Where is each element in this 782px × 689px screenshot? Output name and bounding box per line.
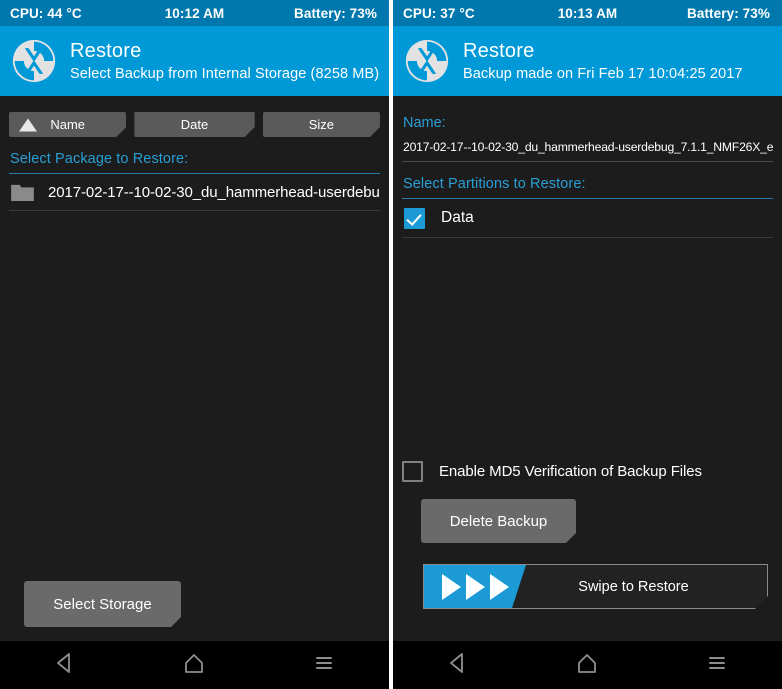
name-label: Name: [403, 115, 446, 131]
home-icon [182, 651, 206, 680]
page-subtitle: Select Backup from Internal Storage (825… [70, 65, 380, 82]
select-storage-label: Select Storage [53, 595, 152, 613]
twrp-logo-icon [404, 38, 450, 84]
menu-hamburger-icon [312, 651, 336, 680]
name-divider [402, 161, 773, 162]
backup-list-item-name: 2017-02-17--10-02-30_du_hammerhead-userd… [48, 183, 380, 201]
header-text: Restore Backup made on Fri Feb 17 10:04:… [463, 39, 743, 84]
select-package-label: Select Package to Restore: [10, 151, 189, 167]
md5-checkbox[interactable] [402, 461, 423, 482]
right-screen: CPU: 37 °C 10:13 AM Battery: 73% Restore… [393, 0, 782, 689]
clock: 10:13 AM [557, 5, 618, 21]
nav-back-button[interactable] [35, 645, 95, 685]
back-triangle-icon [53, 651, 77, 680]
md5-label: Enable MD5 Verification of Backup Files [439, 463, 702, 480]
status-bar: CPU: 44 °C 10:12 AM Battery: 73% [0, 0, 389, 26]
nav-recents-button[interactable] [294, 645, 354, 685]
sort-by-date-label: Date [180, 117, 209, 132]
sort-by-name-label: Name [50, 117, 86, 132]
swipe-to-restore-slider[interactable]: Swipe to Restore [423, 564, 768, 609]
md5-verification-row[interactable]: Enable MD5 Verification of Backup Files [402, 461, 702, 482]
nav-home-button[interactable] [164, 645, 224, 685]
app-header: Restore Select Backup from Internal Stor… [0, 26, 389, 96]
arrow-1-icon [442, 574, 461, 600]
header-text: Restore Select Backup from Internal Stor… [70, 39, 379, 84]
nav-recents-button[interactable] [687, 645, 747, 685]
swipe-to-restore-label: Swipe to Restore [578, 578, 689, 595]
clock: 10:12 AM [164, 5, 225, 21]
sort-by-size-button[interactable]: Size [263, 112, 380, 137]
status-bar: CPU: 37 °C 10:13 AM Battery: 73% [393, 0, 782, 26]
triple-right-arrow-icon[interactable] [424, 565, 526, 608]
twrp-logo-icon [11, 38, 57, 84]
left-screen: CPU: 44 °C 10:12 AM Battery: 73% Restore… [0, 0, 389, 689]
android-nav-bar [393, 641, 782, 689]
sort-by-date-button[interactable]: Date [134, 112, 254, 137]
arrow-3-icon [490, 574, 509, 600]
partition-row-divider [402, 237, 773, 238]
select-partitions-label: Select Partitions to Restore: [403, 176, 586, 192]
dual-screenshot-container: CPU: 44 °C 10:12 AM Battery: 73% Restore… [0, 0, 782, 689]
battery-level: Battery: 73% [686, 5, 770, 21]
list-item-divider [9, 210, 380, 211]
sort-ascending-triangle-icon [19, 118, 37, 131]
delete-backup-label: Delete Backup [449, 512, 548, 530]
cpu-temperature: CPU: 44 °C [10, 5, 82, 21]
sort-buttons-row: Name Date Size [9, 112, 380, 137]
partition-checkbox-data[interactable] [404, 207, 425, 229]
backup-name-value: 2017-02-17--10-02-30_du_hammerhead-userd… [403, 140, 773, 154]
app-header: Restore Backup made on Fri Feb 17 10:04:… [393, 26, 782, 96]
right-body: Name: 2017-02-17--10-02-30_du_hammerhead… [393, 100, 782, 641]
page-title: Restore [463, 39, 535, 62]
menu-hamburger-icon [705, 651, 729, 680]
partition-label-data: Data [441, 209, 474, 226]
page-subtitle: Backup made on Fri Feb 17 10:04:25 2017 [463, 65, 743, 82]
partition-row-data[interactable]: Data [402, 199, 773, 237]
left-body: Name Date Size Select Package to Restore… [0, 100, 389, 641]
select-storage-button[interactable]: Select Storage [24, 581, 181, 627]
arrow-2-icon [466, 574, 485, 600]
folder-icon [11, 183, 34, 201]
sort-by-name-button[interactable]: Name [9, 112, 126, 137]
sort-by-size-label: Size [308, 117, 334, 132]
home-icon [575, 651, 599, 680]
android-nav-bar [0, 641, 389, 689]
backup-list-item[interactable]: 2017-02-17--10-02-30_du_hammerhead-userd… [9, 174, 380, 210]
back-triangle-icon [446, 651, 470, 680]
battery-level: Battery: 73% [293, 5, 377, 21]
nav-home-button[interactable] [557, 645, 617, 685]
delete-backup-button[interactable]: Delete Backup [421, 499, 576, 543]
nav-back-button[interactable] [428, 645, 488, 685]
page-title: Restore [70, 39, 142, 62]
cpu-temperature: CPU: 37 °C [403, 5, 475, 21]
